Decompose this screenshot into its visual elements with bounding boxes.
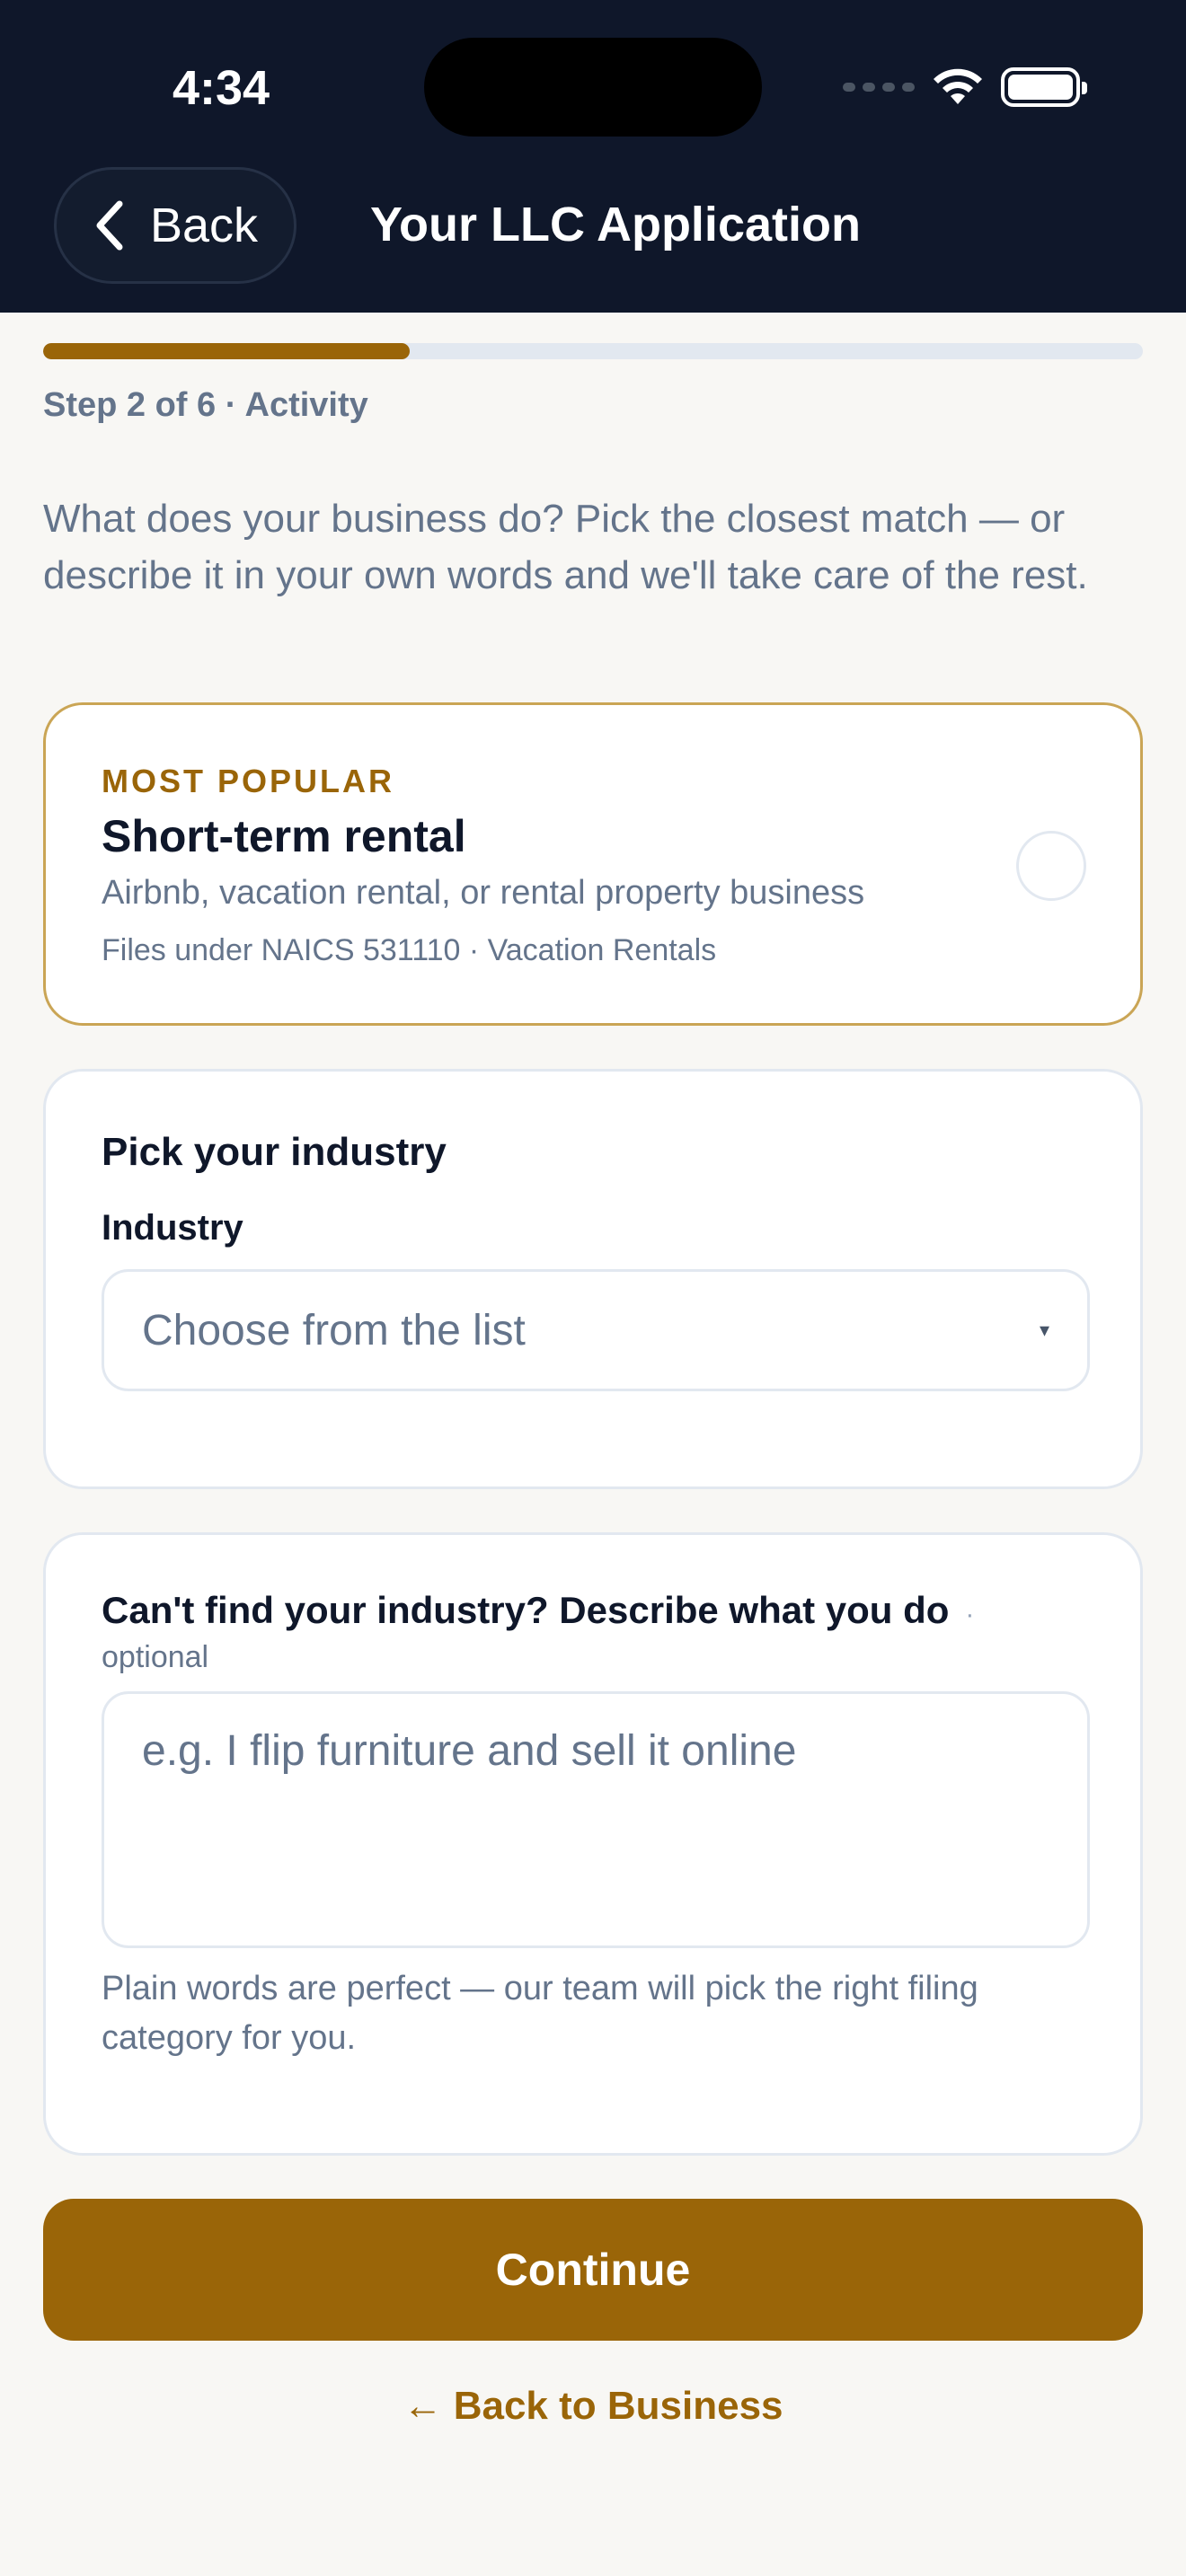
dynamic-island	[424, 38, 762, 137]
wifi-icon	[931, 66, 985, 108]
chevron-down-icon: ▾	[1039, 1319, 1049, 1341]
intro-text: What does your business do? Pick the clo…	[43, 497, 1088, 597]
status-icons	[843, 65, 1087, 110]
industry-card: Pick your industry Industry Choose from …	[43, 1069, 1143, 1489]
most-popular-badge: MOST POPULAR	[102, 763, 395, 799]
app-header: 4:34 Back Your LLC Application	[0, 0, 1186, 313]
page-title: Your LLC Application	[370, 198, 861, 251]
battery-icon	[1001, 67, 1087, 107]
option-description: Airbnb, vacation rental, or rental prope…	[102, 874, 865, 912]
describe-helper-text: Plain words are perfect — our team will …	[102, 1970, 978, 2057]
option-naics: Files under NAICS 531110 · Vacation Rent…	[102, 933, 717, 967]
step-label: Step 2 of 6 · Activity	[43, 386, 368, 424]
signal-icon	[843, 83, 915, 92]
progress-fill	[43, 343, 410, 359]
describe-card-title: Can't find your industry? Describe what …	[102, 1585, 1090, 1640]
continue-button[interactable]: Continue	[43, 2199, 1143, 2341]
option-title: Short-term rental	[102, 811, 466, 861]
industry-select[interactable]: Choose from the list ▾	[102, 1269, 1090, 1391]
industry-label: Industry	[102, 1208, 243, 1248]
popular-option-card[interactable]: MOST POPULAR Short-term rental Airbnb, v…	[43, 702, 1143, 1026]
separator-dot: ·	[965, 1600, 975, 1629]
industry-card-title: Pick your industry	[102, 1130, 447, 1174]
industry-select-placeholder: Choose from the list	[142, 1306, 526, 1354]
progress-bar	[43, 343, 1143, 359]
status-time: 4:34	[173, 61, 270, 115]
chevron-left-icon	[96, 200, 123, 251]
back-to-business-link[interactable]: ← Back to Business	[0, 2380, 1186, 2432]
describe-textarea[interactable]	[102, 1691, 1090, 1948]
describe-card: Can't find your industry? Describe what …	[43, 1532, 1143, 2156]
back-button-label: Back	[149, 198, 259, 252]
option-radio[interactable]	[1016, 831, 1086, 901]
optional-tag: optional	[102, 1640, 209, 1674]
back-button[interactable]: Back	[54, 167, 296, 284]
describe-title-text: Can't find your industry? Describe what …	[102, 1589, 950, 1631]
